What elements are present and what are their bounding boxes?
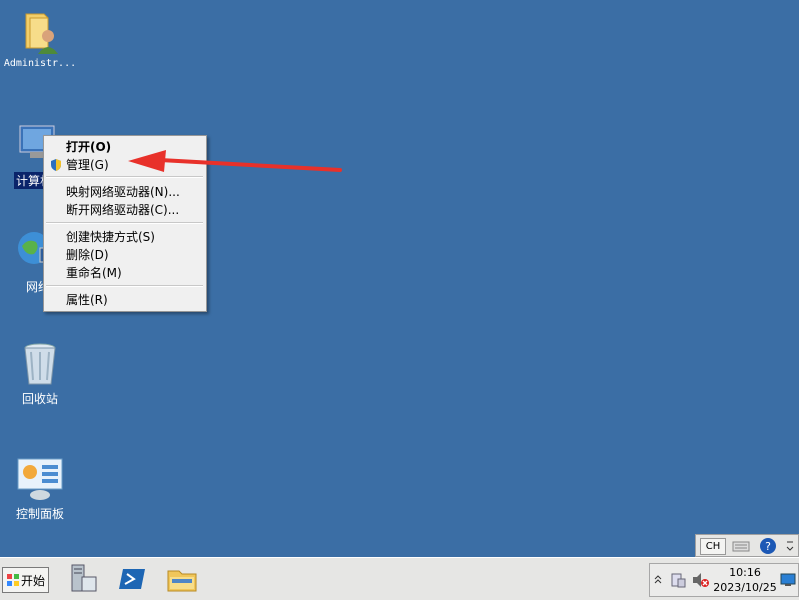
- taskbar: 开始 10:16 2023/10/25: [0, 557, 799, 600]
- server-manager-icon[interactable]: [66, 563, 98, 595]
- clock-date[interactable]: 2023/10/25: [712, 581, 778, 594]
- start-button[interactable]: 开始: [2, 567, 49, 593]
- windows-logo-icon: [6, 573, 20, 587]
- language-bar: CH ?: [695, 534, 799, 557]
- file-explorer-icon[interactable]: [166, 563, 198, 595]
- action-center-icon[interactable]: [670, 572, 686, 588]
- language-indicator[interactable]: CH: [700, 538, 726, 555]
- show-desktop-icon[interactable]: [780, 573, 796, 587]
- start-label: 开始: [21, 573, 46, 588]
- keyboard-icon[interactable]: [732, 538, 750, 553]
- help-icon[interactable]: ?: [759, 537, 777, 555]
- annotation-arrow-icon: [128, 150, 342, 172]
- langbar-options-icon[interactable]: [785, 538, 795, 553]
- svg-text:?: ?: [765, 540, 771, 553]
- system-tray: 10:16 2023/10/25: [649, 563, 799, 597]
- desktop: Administr... 计算机 网络 回收站 控制面板 打开(O) 管理(G)…: [0, 0, 799, 557]
- show-hidden-icons-icon[interactable]: [653, 573, 663, 585]
- powershell-icon[interactable]: [117, 563, 149, 595]
- volume-muted-icon[interactable]: [692, 572, 710, 588]
- clock-time[interactable]: 10:16: [712, 566, 778, 579]
